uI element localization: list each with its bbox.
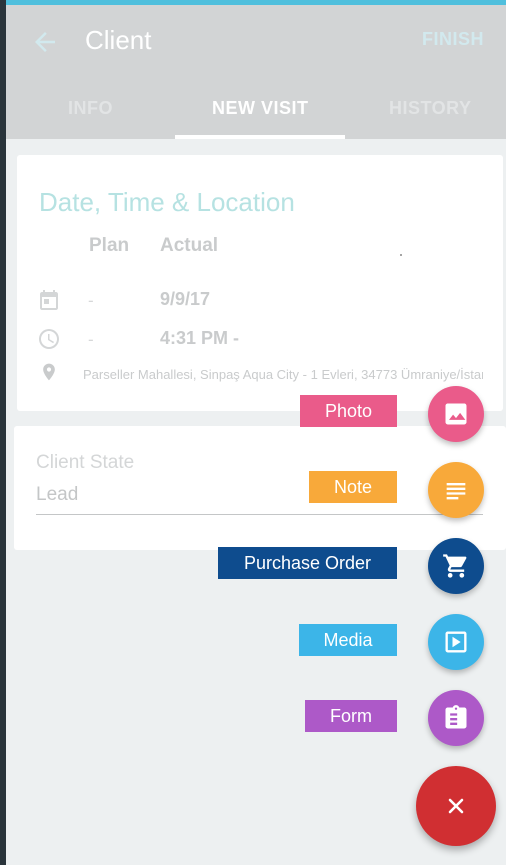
calendar-icon — [40, 290, 58, 310]
image-icon — [445, 403, 467, 425]
media-button[interactable] — [428, 614, 484, 670]
client-state-underline — [36, 514, 483, 515]
close-icon — [448, 798, 464, 814]
date-actual-value[interactable]: 9/9/17 — [160, 289, 210, 310]
note-button[interactable] — [428, 462, 484, 518]
clipboard-icon — [445, 705, 467, 729]
notes-icon — [446, 483, 466, 500]
cart-icon — [443, 554, 467, 578]
visit-card: Date, Time & Location Plan Actual - 9/9/… — [17, 155, 503, 411]
arrow-left-icon[interactable] — [30, 27, 60, 57]
client-state-label: Client State — [36, 452, 135, 473]
column-plan: Plan — [89, 235, 130, 256]
form-button[interactable] — [428, 690, 484, 746]
tab-info[interactable]: INFO — [68, 98, 113, 119]
photo-button[interactable] — [428, 386, 484, 442]
time-actual-value[interactable]: 4:31 PM - — [160, 328, 239, 349]
tab-indicator — [175, 135, 345, 139]
purchase-order-button[interactable] — [428, 538, 484, 594]
note-label[interactable]: Note — [309, 471, 397, 503]
play-icon — [445, 631, 467, 653]
finish-button[interactable]: FINISH — [422, 29, 484, 50]
date-plan-value: - — [88, 291, 94, 310]
tab-history[interactable]: HISTORY — [389, 98, 472, 119]
phone-screen: Client FINISH INFO NEW VISIT HISTORY Dat… — [6, 0, 506, 865]
close-menu-button[interactable] — [416, 766, 496, 846]
purchase-order-label[interactable]: Purchase Order — [218, 547, 397, 579]
column-actual: Actual — [160, 235, 219, 256]
time-plan-value: - — [88, 330, 94, 349]
page-title: Client — [85, 25, 152, 55]
address-text: Parseller Mahallesi, Sinpaş Aqua City - … — [83, 367, 483, 382]
section-title: Date, Time & Location — [39, 187, 295, 217]
media-label[interactable]: Media — [299, 624, 397, 656]
app-bar: Client FINISH INFO NEW VISIT HISTORY — [6, 5, 506, 139]
location-pin-icon — [43, 363, 55, 381]
client-state-select[interactable]: Lead — [36, 484, 78, 506]
photo-label[interactable]: Photo — [300, 395, 397, 427]
clock-icon — [39, 329, 59, 349]
dot-mark — [400, 254, 402, 256]
form-label[interactable]: Form — [305, 700, 397, 732]
tab-new-visit[interactable]: NEW VISIT — [212, 98, 309, 119]
